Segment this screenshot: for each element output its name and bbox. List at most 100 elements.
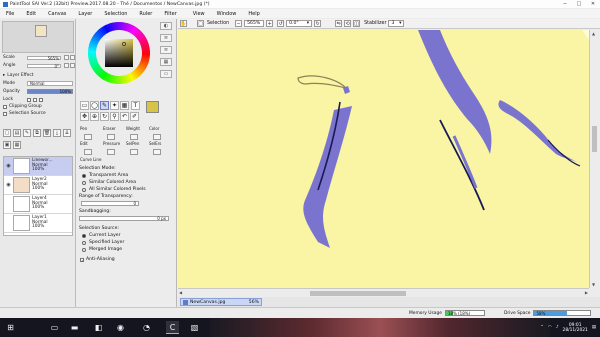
menu-file[interactable]: File xyxy=(6,11,14,17)
zoom-in-icon[interactable] xyxy=(70,55,75,60)
windows-start-icon[interactable]: ⊞ xyxy=(4,321,17,334)
selection-toggle-icon[interactable]: ▢ xyxy=(197,20,204,27)
clear-layer-icon[interactable]: ▣ xyxy=(3,141,11,149)
new-folder-icon[interactable]: ▤ xyxy=(13,129,21,137)
volume-icon[interactable]: ♪ xyxy=(556,325,559,330)
photos-icon[interactable]: ▧ xyxy=(188,321,201,334)
rotate-right-icon[interactable] xyxy=(70,63,75,68)
document-tab[interactable]: NewCanvas.jpg 56% xyxy=(180,298,262,306)
eyedropper-icon[interactable]: ✐ xyxy=(130,112,139,121)
wheel-mode-icon[interactable]: ◐ xyxy=(160,22,172,30)
pressure-brush[interactable]: Pressure xyxy=(103,141,124,156)
source-option-row[interactable]: Merged Image xyxy=(79,246,175,253)
lock-position-checkbox[interactable] xyxy=(33,97,37,102)
transfer-down-icon[interactable]: ⤓ xyxy=(53,129,61,137)
fit-icon[interactable]: ◫ xyxy=(353,20,361,27)
file-explorer-icon[interactable]: ▬ xyxy=(68,321,81,334)
selers-brush[interactable]: SelErs xyxy=(149,141,170,156)
scale-slider[interactable]: 565% xyxy=(27,55,61,61)
layer-effect-row[interactable]: ▸ Layer Effect xyxy=(3,73,75,78)
edit-brush[interactable]: Edit xyxy=(80,141,101,156)
layer-row[interactable]: ◉ Layer2 Normal 100% xyxy=(4,176,72,195)
clipping-group-checkbox[interactable] xyxy=(3,104,7,109)
rotate-icon[interactable]: ↻ xyxy=(100,112,109,121)
zoom-out-small-icon[interactable]: − xyxy=(235,20,243,27)
vertical-scrollbar[interactable]: ▲ ▼ xyxy=(589,30,598,288)
lock-icon[interactable]: ▦ xyxy=(13,141,21,149)
zoom-in-small-icon[interactable]: + xyxy=(266,20,274,27)
angle-slider[interactable]: 0° xyxy=(27,63,61,69)
edge-icon[interactable]: ◔ xyxy=(140,321,153,334)
range-field[interactable]: 0 xyxy=(81,201,139,206)
scratchpad-icon[interactable]: ▭ xyxy=(160,70,172,78)
zoom-field[interactable]: 565% xyxy=(244,20,265,27)
clipping-row[interactable]: Clipping Group xyxy=(3,104,75,109)
layer-row[interactable]: ◉ Linewor... Normal 100% xyxy=(4,157,72,176)
mode-radio[interactable] xyxy=(82,187,86,192)
visibility-eye-icon[interactable]: ◉ xyxy=(5,182,12,189)
lasso-icon[interactable]: ◯ xyxy=(90,101,99,110)
scroll-left-icon[interactable]: ◀ xyxy=(179,290,182,295)
eraser-brush[interactable]: Eraser xyxy=(103,126,124,141)
close-button[interactable]: ✕ xyxy=(586,0,600,8)
rotate-left-icon[interactable] xyxy=(64,63,69,68)
pan-icon[interactable]: ✋ xyxy=(180,20,187,27)
new-layer-icon[interactable]: ▢ xyxy=(3,129,11,137)
mode-radio[interactable] xyxy=(82,173,86,178)
blend-mode-select[interactable]: Normal xyxy=(27,81,73,86)
menu-ruler[interactable]: Ruler xyxy=(139,11,152,17)
source-option-row[interactable]: Current Layer xyxy=(79,232,175,239)
magic-wand-icon[interactable]: ✎ xyxy=(100,101,109,110)
drawing-canvas[interactable] xyxy=(178,30,589,288)
selection-source-row[interactable]: Selection Source xyxy=(3,111,75,116)
layer-row[interactable]: Layer4 Normal 100% xyxy=(4,195,72,214)
hsv-slider-icon[interactable]: ≡ xyxy=(160,46,172,54)
maximize-button[interactable]: □ xyxy=(572,0,586,8)
menu-filter[interactable]: Filter xyxy=(164,11,176,17)
notifications-icon[interactable]: ▤ xyxy=(592,325,596,330)
selection-source-checkbox[interactable] xyxy=(3,111,7,116)
menu-selection[interactable]: Selection xyxy=(104,11,127,17)
color-wheel[interactable] xyxy=(87,21,151,85)
network-icon[interactable]: ◠ xyxy=(548,325,552,330)
app-icon-blue[interactable]: ◧ xyxy=(92,321,105,334)
rgb-slider-icon[interactable]: ≡ xyxy=(160,34,172,42)
visibility-eye-icon[interactable]: ◉ xyxy=(5,163,12,170)
bucket-icon[interactable]: ▦ xyxy=(120,101,129,110)
lock-checkbox[interactable] xyxy=(27,97,31,102)
new-linework-icon[interactable]: ✎ xyxy=(23,129,31,137)
navigator-preview[interactable] xyxy=(2,21,74,53)
flip-icon[interactable]: ⇋ xyxy=(335,20,343,27)
horizontal-scrollbar[interactable]: ◀ ▶ xyxy=(178,288,589,297)
angle-field[interactable]: 0.0° ▾ xyxy=(286,20,313,27)
opacity-slider[interactable]: 100% xyxy=(27,89,73,94)
stabilizer-select[interactable]: 3 ▾ xyxy=(388,20,405,27)
tray-chevron-icon[interactable]: ⌃ xyxy=(540,325,544,330)
copy-layer-icon[interactable]: ⧉ xyxy=(33,129,41,137)
rotate-cw-icon[interactable]: ↻ xyxy=(314,20,322,27)
pen-brush[interactable]: Pen xyxy=(80,126,101,141)
menu-view[interactable]: View xyxy=(193,11,205,17)
layer-row[interactable]: Layer1 Normal 100% xyxy=(4,214,72,233)
source-option-row[interactable]: Specified Layer xyxy=(79,239,175,246)
menu-window[interactable]: Window xyxy=(217,11,237,17)
scroll-up-icon[interactable]: ▲ xyxy=(592,31,595,36)
horizontal-scroll-thumb[interactable] xyxy=(310,291,406,296)
select-pen-icon[interactable]: ✦ xyxy=(110,101,119,110)
source-radio[interactable] xyxy=(82,247,86,252)
zoom-out-icon[interactable] xyxy=(64,55,69,60)
rotate-ccw-icon[interactable]: ↺ xyxy=(277,20,285,27)
scroll-right-icon[interactable]: ▶ xyxy=(585,290,588,295)
minimize-button[interactable]: ─ xyxy=(558,0,572,8)
selpen-brush[interactable]: SelPen xyxy=(126,141,147,156)
vertical-scroll-thumb[interactable] xyxy=(592,126,597,152)
chrome-icon[interactable]: ◉ xyxy=(114,321,127,334)
text-icon[interactable]: T xyxy=(131,101,140,110)
weight-brush[interactable]: Weight xyxy=(126,126,147,141)
delete-layer-icon[interactable]: 🗑 xyxy=(43,129,51,137)
zoom-icon[interactable]: ⊕ xyxy=(90,112,99,121)
painttool-sai-icon[interactable]: C xyxy=(166,321,179,334)
curve-line-label[interactable]: Curve Line xyxy=(80,157,101,162)
mode-option-row[interactable]: Similar Colored Area xyxy=(79,179,175,186)
scroll-down-icon[interactable]: ▼ xyxy=(592,282,595,287)
